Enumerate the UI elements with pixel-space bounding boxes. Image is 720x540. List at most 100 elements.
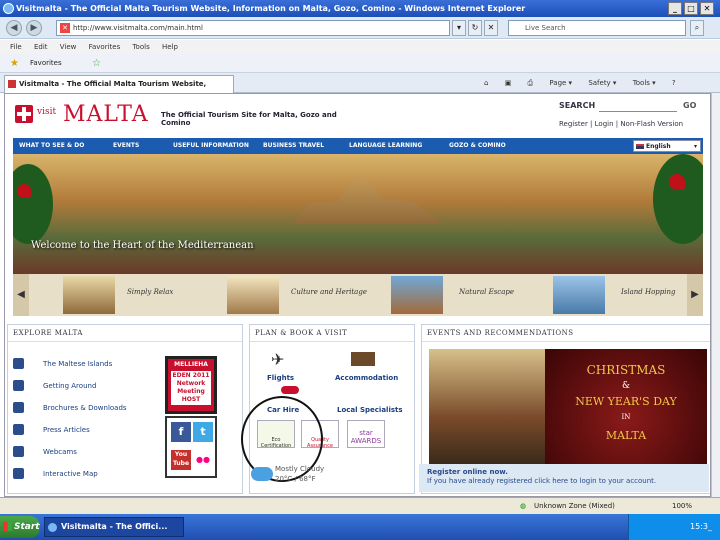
carousel-prev-button[interactable]: ◀ (13, 274, 29, 316)
weather-widget: Mostly Cloudy 20°C / 68°F (275, 464, 324, 484)
strip-natural-escape[interactable]: Natural Escape (459, 288, 514, 296)
taskbar-ie-window[interactable]: Visitmalta - The Offici... (44, 517, 184, 537)
search-button[interactable]: ⌕ (690, 20, 704, 36)
go-button[interactable]: GO (683, 101, 696, 110)
xmas-line3: NEW YEAR'S DAY (575, 395, 677, 408)
nav-useful-information[interactable]: USEFUL INFORMATION (173, 138, 249, 154)
xmas-line5: MALTA (605, 429, 647, 442)
language-select[interactable]: English ▾ (633, 140, 701, 152)
nav-gozo-comino[interactable]: GOZO & COMINO (449, 138, 506, 154)
home-icon[interactable]: ⌂ (484, 79, 488, 87)
close-button[interactable]: ✕ (700, 2, 714, 15)
live-search-input[interactable]: Live Search (508, 20, 686, 36)
malta-favicon (8, 80, 16, 88)
add-favorite-icon[interactable]: ☆ (92, 54, 101, 73)
menu-favorites[interactable]: Favorites (89, 43, 121, 51)
menu-help[interactable]: Help (162, 43, 178, 51)
site-search-label: SEARCH (559, 101, 596, 110)
clock[interactable]: 15:3_ (690, 522, 712, 531)
culture-heritage-thumb[interactable] (227, 276, 279, 314)
strip-simply-relax[interactable]: Simply Relax (127, 288, 173, 296)
tools-menu[interactable]: Tools ▾ (633, 79, 656, 87)
language-value: English (646, 143, 671, 150)
refresh-button[interactable]: ↻ (468, 20, 482, 36)
eden-line2: Network (176, 380, 206, 387)
twitter-icon[interactable]: t (193, 422, 213, 442)
zone-label: Unknown Zone (Mixed) (534, 502, 615, 510)
taskbar: Start Visitmalta - The Offici... 15:3_ (0, 514, 720, 540)
menu-view[interactable]: View (60, 43, 77, 51)
back-button[interactable]: ◀ (6, 20, 22, 36)
xmas-line4: IN (621, 413, 631, 421)
maximize-button[interactable]: □ (684, 2, 698, 15)
menu-file[interactable]: File (10, 43, 22, 51)
carousel-next-button[interactable]: ▶ (687, 274, 703, 316)
webcam-icon (13, 446, 24, 457)
minimize-button[interactable]: _ (668, 2, 682, 15)
menu-edit[interactable]: Edit (34, 43, 48, 51)
zoom-level[interactable]: 100% (672, 498, 692, 514)
forward-button[interactable]: ▶ (26, 20, 42, 36)
poinsettia-right (669, 174, 685, 190)
address-bar[interactable]: ✕ http://www.visitmalta.com/main.html (56, 20, 450, 36)
site-search-input[interactable] (599, 99, 677, 112)
natural-escape-thumb[interactable] (391, 276, 443, 314)
status-bar: ◍ Unknown Zone (Mixed) 100% (0, 497, 720, 514)
christmas-malta-banner[interactable]: CHRISTMAS & NEW YEAR'S DAY IN MALTA (545, 349, 707, 464)
menu-tools[interactable]: Tools (132, 43, 149, 51)
window-title: Visitmalta - The Official Malta Tourism … (16, 4, 526, 13)
airplane-icon[interactable]: ✈ (271, 350, 284, 369)
accommodation-link[interactable]: Accommodation (335, 374, 398, 382)
nav-events[interactable]: EVENTS (113, 138, 139, 154)
safety-menu[interactable]: Safety ▾ (588, 79, 616, 87)
help-menu[interactable]: ? (672, 79, 676, 87)
page-menu[interactable]: Page ▾ (549, 79, 572, 87)
main-nav: WHAT TO SEE & DO EVENTS USEFUL INFORMATI… (13, 138, 703, 154)
eden-line1: EDEN 2011 (172, 372, 210, 379)
car-icon[interactable] (281, 386, 299, 394)
register-title: Register online now. (427, 468, 508, 476)
print-icon[interactable]: ⎙ (528, 79, 534, 87)
address-dropdown[interactable]: ▾ (452, 20, 466, 36)
facebook-icon[interactable]: f (171, 422, 191, 442)
nav-what-to-see[interactable]: WHAT TO SEE & DO (19, 138, 84, 154)
flickr-icon[interactable]: ●● (193, 450, 213, 470)
tab-visitmalta[interactable]: Visitmalta - The Official Malta Tourism … (4, 75, 234, 104)
social-links: f t You Tube ●● (165, 416, 217, 478)
strip-culture-heritage[interactable]: Culture and Heritage (291, 288, 367, 296)
menu-bar: File Edit View Favorites Tools Help (0, 40, 720, 54)
christmas-street-photo[interactable] (429, 349, 545, 464)
window-title-bar: Visitmalta - The Official Malta Tourism … (0, 0, 720, 17)
weather-temp: 20°C / 68°F (275, 475, 316, 483)
register-box[interactable]: Register online now. If you have already… (419, 464, 709, 492)
simply-relax-thumb[interactable] (63, 276, 115, 314)
logo-visit: visit (37, 107, 57, 117)
start-button[interactable]: Start (0, 516, 40, 538)
island-hopping-thumb[interactable] (553, 276, 605, 314)
brochure-icon (13, 402, 24, 413)
bed-icon[interactable] (351, 352, 375, 366)
plan-book-heading: PLAN & BOOK A VISIT (250, 325, 414, 342)
christmas-wreath-left (13, 164, 53, 244)
nav-business-travel[interactable]: BUSINESS TRAVEL (263, 138, 324, 154)
mdina-citadel-image (293, 174, 443, 224)
favorites-star-icon[interactable]: ★ (10, 54, 19, 73)
vertical-scrollbar[interactable] (711, 93, 720, 497)
stop-button[interactable]: ✕ (484, 20, 498, 36)
islands-icon (13, 358, 24, 369)
visitmalta-logo[interactable]: visit MALTA The Official Tourism Site fo… (13, 102, 353, 132)
explore-malta-heading: EXPLORE MALTA (8, 325, 242, 342)
feeds-icon[interactable]: ▣ (505, 79, 512, 87)
mellieha-title: MELLIEHA (174, 361, 208, 368)
local-specialists-link[interactable]: Local Specialists (337, 406, 403, 414)
nav-language-learning[interactable]: LANGUAGE LEARNING (349, 138, 422, 154)
flights-link[interactable]: Flights (267, 374, 294, 382)
mellieha-eden-banner[interactable]: MELLIEHA EDEN 2011 Network Meeting HOST (165, 356, 217, 414)
youtube-icon[interactable]: You Tube (171, 450, 191, 470)
favorites-button[interactable]: Favorites (30, 54, 62, 73)
star-awards-badge[interactable]: star AWARDS (347, 420, 385, 448)
ie-icon (48, 523, 57, 532)
user-links[interactable]: Register | Login | Non-Flash Version (559, 120, 683, 128)
strip-island-hopping[interactable]: Island Hopping (621, 288, 676, 296)
live-search-placeholder: Live Search (525, 24, 566, 32)
